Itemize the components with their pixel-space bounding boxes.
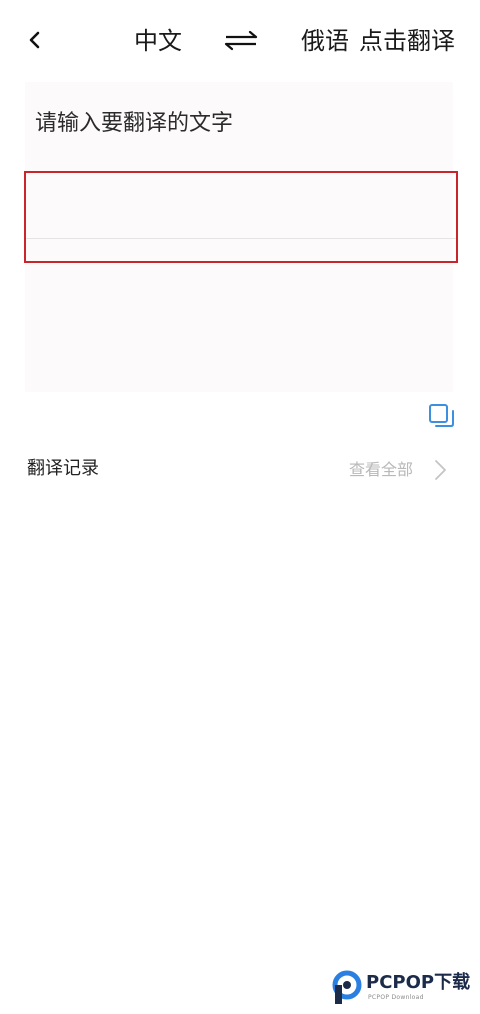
view-all-chevron[interactable] (432, 458, 448, 482)
top-bar: 中文 俄语 点击翻译 (0, 0, 480, 82)
copy-icon (429, 404, 454, 427)
target-language-selector[interactable]: 俄语 (301, 24, 349, 58)
copy-button[interactable] (428, 403, 456, 431)
watermark-brand: PCPOP下载 (366, 972, 471, 993)
swap-arrows-icon (224, 30, 258, 51)
chevron-left-icon (29, 31, 40, 49)
history-title: 翻译记录 (27, 458, 99, 479)
pcpop-logo-icon (332, 970, 362, 1004)
source-language-selector[interactable]: 中文 (134, 24, 182, 58)
watermark: PCPOP下载 PCPOP Download (330, 968, 480, 1008)
translate-button[interactable]: 点击翻译 (359, 24, 455, 58)
swap-languages-button[interactable] (222, 28, 260, 54)
highlighted-region (24, 171, 458, 263)
chevron-right-icon (435, 460, 446, 480)
view-all-link[interactable]: 查看全部 (349, 458, 413, 482)
divider (26, 238, 456, 239)
watermark-sub: PCPOP Download (368, 994, 424, 1001)
back-button[interactable] (22, 22, 52, 58)
input-placeholder: 请输入要翻译的文字 (35, 111, 234, 136)
